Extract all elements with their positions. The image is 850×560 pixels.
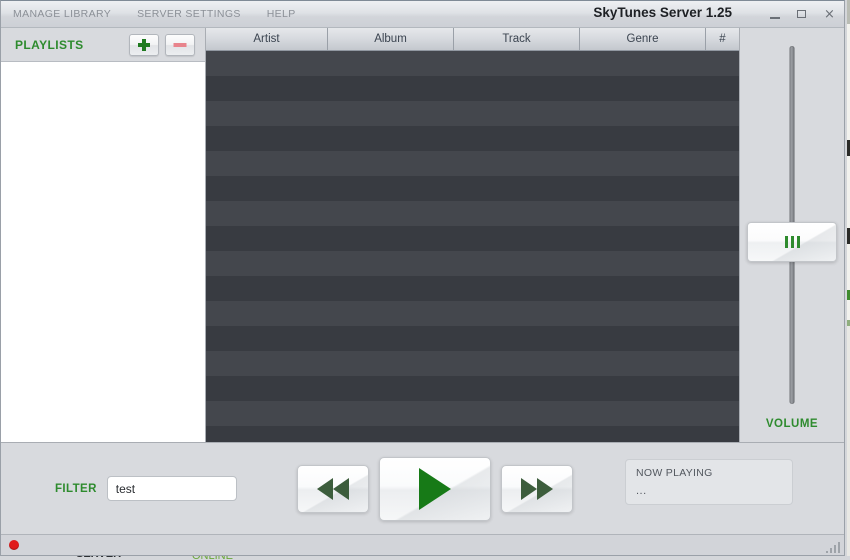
menu-item-server-settings[interactable]: SERVER SETTINGS: [137, 8, 241, 20]
overflow-status-text: SERVER: [76, 556, 121, 560]
table-row[interactable]: [206, 276, 739, 301]
filter-group: FILTER: [55, 476, 237, 501]
volume-grip-bar: [784, 236, 788, 248]
next-icon: [536, 477, 553, 500]
table-row[interactable]: [206, 101, 739, 126]
maximize-icon[interactable]: [796, 8, 809, 21]
resize-grip[interactable]: [826, 539, 840, 553]
window-title: SkyTunes Server 1.25: [593, 5, 732, 20]
play-button[interactable]: [378, 456, 491, 521]
table-row[interactable]: [206, 176, 739, 201]
play-icon: [418, 467, 451, 510]
main-window: MANAGE LIBRARY SERVER SETTINGS HELP SkyT…: [0, 0, 845, 556]
transport-bar: FILTER NOW PLAYING ...: [1, 442, 844, 534]
filter-input[interactable]: [106, 476, 237, 501]
table-row[interactable]: [206, 326, 739, 351]
remove-playlist-button[interactable]: [165, 33, 195, 56]
filter-label: FILTER: [55, 482, 97, 495]
status-bar: [1, 534, 844, 555]
app-root: MANAGE LIBRARY SERVER SETTINGS HELP SkyT…: [0, 0, 850, 560]
volume-grip-bar: [796, 236, 800, 248]
main-content: PLAYLISTS Artist Album Track Genre # VOL…: [1, 28, 844, 442]
table-row[interactable]: [206, 76, 739, 101]
volume-label: VOLUME: [765, 418, 819, 430]
playlists-panel: PLAYLISTS: [1, 28, 206, 442]
next-button[interactable]: [500, 464, 573, 513]
window-controls: ×: [769, 1, 836, 28]
minimize-icon[interactable]: [769, 8, 782, 21]
now-playing-title: NOW PLAYING: [636, 467, 713, 479]
table-row[interactable]: [206, 251, 739, 276]
next-icon: [520, 477, 537, 500]
clipped-overflow-strip: SERVER ONLINE: [0, 556, 850, 560]
library-panel: Artist Album Track Genre #: [206, 28, 740, 442]
volume-panel: VOLUME: [740, 28, 844, 442]
previous-icon: [316, 477, 333, 500]
table-row[interactable]: [206, 376, 739, 401]
menu-bar: MANAGE LIBRARY SERVER SETTINGS HELP: [1, 1, 296, 27]
table-row[interactable]: [206, 301, 739, 326]
table-row[interactable]: [206, 351, 739, 376]
table-row[interactable]: [206, 51, 739, 76]
column-header-album[interactable]: Album: [328, 28, 454, 50]
table-row[interactable]: [206, 401, 739, 426]
table-row[interactable]: [206, 226, 739, 251]
library-rows[interactable]: [206, 51, 739, 442]
overflow-status-accent: ONLINE: [192, 556, 233, 560]
playlists-header: PLAYLISTS: [1, 28, 205, 61]
playlists-list[interactable]: [1, 61, 205, 442]
playlists-title: PLAYLISTS: [15, 37, 84, 52]
table-row[interactable]: [206, 126, 739, 151]
volume-thumb[interactable]: [747, 222, 837, 262]
table-row[interactable]: [206, 201, 739, 226]
status-indicator-icon: [9, 540, 19, 550]
table-row[interactable]: [206, 151, 739, 176]
column-header-genre[interactable]: Genre: [580, 28, 706, 50]
add-playlist-button[interactable]: [129, 33, 159, 56]
transport-buttons: [296, 456, 573, 521]
library-column-headers: Artist Album Track Genre #: [206, 28, 739, 51]
title-bar: MANAGE LIBRARY SERVER SETTINGS HELP SkyT…: [1, 1, 844, 28]
now-playing-panel: NOW PLAYING ...: [625, 459, 793, 505]
menu-item-help[interactable]: HELP: [267, 8, 296, 20]
table-row[interactable]: [206, 426, 739, 442]
close-icon[interactable]: ×: [823, 8, 836, 21]
column-header-artist[interactable]: Artist: [206, 28, 328, 50]
menu-item-manage-library[interactable]: MANAGE LIBRARY: [13, 8, 111, 20]
volume-grip-bar: [790, 236, 794, 248]
previous-button[interactable]: [296, 464, 369, 513]
column-header-track[interactable]: Track: [454, 28, 580, 50]
column-header-number[interactable]: #: [706, 28, 739, 50]
volume-slider[interactable]: [740, 28, 844, 418]
previous-icon: [332, 477, 349, 500]
now-playing-value: ...: [636, 485, 647, 497]
